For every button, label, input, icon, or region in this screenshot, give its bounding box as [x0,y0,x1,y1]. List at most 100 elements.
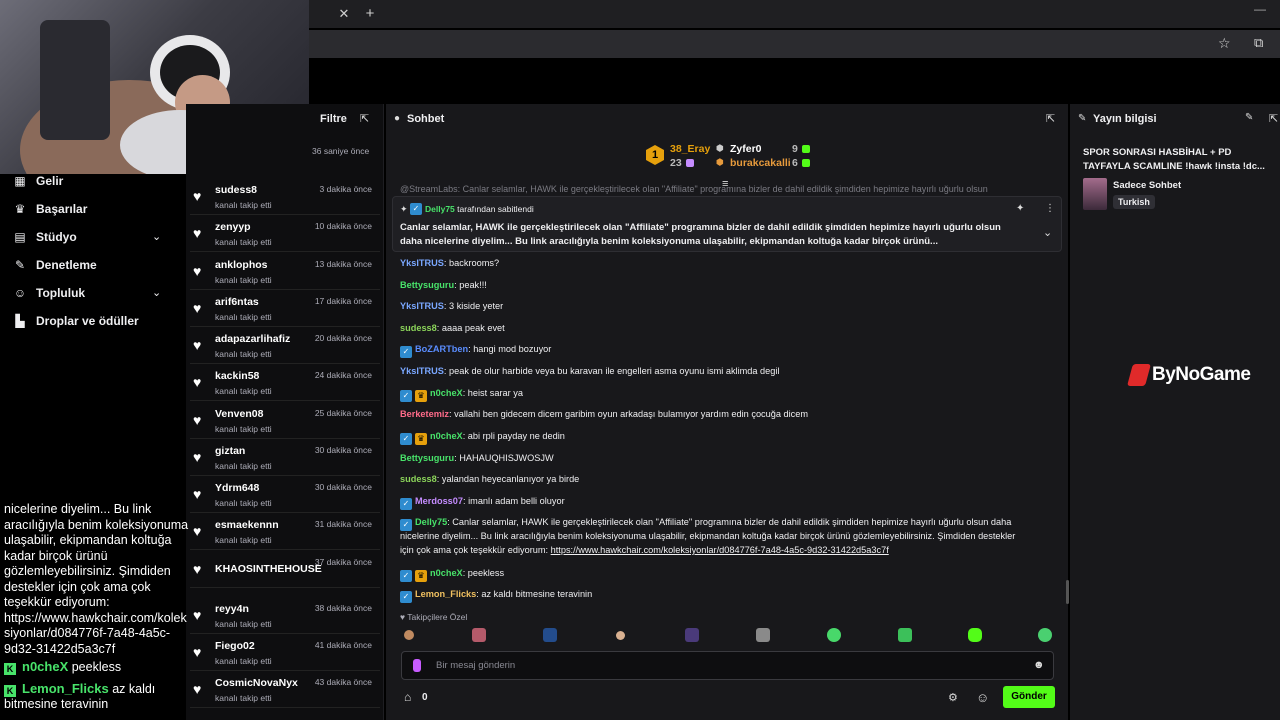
follower-name[interactable]: Venven08 [215,408,263,420]
emote-icon[interactable] [898,628,912,642]
emote-icon[interactable] [968,628,982,642]
follower-name[interactable]: zenyyp [215,221,251,233]
emoji-icon[interactable]: ☻ [1033,659,1045,671]
heart-icon: ♥ [193,449,202,465]
follower-name[interactable]: giztan [215,445,245,457]
follower-name[interactable]: sudess8 [215,184,257,196]
send-button[interactable]: Gönder [1003,686,1055,708]
emote-icon[interactable] [1038,628,1052,642]
activity-row[interactable]: ♥ reyy4n kanalı takip etti 38 dakika önce [190,597,380,634]
emote-icon[interactable] [685,628,699,642]
chat-username[interactable]: BoZARTben [415,344,468,354]
emote-icon[interactable] [756,628,770,642]
settings-gear-icon[interactable]: ⚙ [948,691,958,704]
chat-input-placeholder[interactable]: Bir mesaj gönderin [436,660,515,671]
gifter-count: 23 [670,157,682,169]
activity-row[interactable]: ♥ Fiego02 kanalı takip etti 41 dakika önce [190,634,380,671]
category-thumbnail[interactable] [1083,178,1107,210]
activity-row[interactable]: ♥ esmaekennn kanalı takip etti 31 dakika ön… [190,513,380,550]
activity-row[interactable]: ♥ KHAOSINTHEHOUSE 37 dakika önce [190,551,380,588]
activity-row[interactable]: ♥ zenyyp kanalı takip etti 10 dakika önce [190,215,380,252]
chevron-down-icon[interactable]: ⌄ [1043,226,1052,239]
gifter-name[interactable]: burakcakalli [730,157,791,169]
activity-time: 30 dakika önce [314,445,372,455]
nav-item-droplar[interactable]: ▙ Droplar ve ödüller [12,309,139,333]
gifter-name[interactable]: Zyfer0 [730,143,762,155]
chat-text: abi rpli payday ne dedin [467,431,565,441]
popout-icon[interactable]: ⇱ [1269,112,1278,125]
emotes-button-icon[interactable]: ☺ [976,690,989,705]
language-tag[interactable]: Turkish [1113,195,1155,209]
emote-icon[interactable] [543,628,557,642]
follower-name[interactable]: esmaekennn [215,519,279,531]
emote-icon[interactable] [472,628,486,642]
activity-row[interactable]: ♥ Ydrm648 kanalı takip etti 30 dakika önce [190,476,380,513]
chat-username[interactable]: YksITRUS [400,301,444,311]
chevron-down-icon[interactable]: ⌄ [152,286,161,299]
follower-name[interactable]: arif6ntas [215,296,259,308]
nav-item-gelir[interactable]: ▦ Gelir [12,169,63,193]
emote-icon[interactable] [404,630,414,640]
edit-icon[interactable]: ✎ [1245,112,1253,123]
chevron-down-icon[interactable]: ⌄ [152,230,161,243]
chat-username[interactable]: n0cheX [430,431,463,441]
chat-username[interactable]: sudess8 [400,474,437,484]
activity-row[interactable]: ♥ arif6ntas kanalı takip etti 17 dakika önc… [190,290,380,327]
tab-close-icon[interactable]: ✕ [334,4,354,24]
popout-icon[interactable]: ⇱ [1046,112,1055,125]
new-tab-button[interactable]: + [360,4,380,24]
partial-message: @StreamLabs: Canlar selamlar, HAWK ile g… [400,184,988,194]
sponsor-logo-text: ByNoGame [1152,364,1251,385]
window-minimize-button[interactable]: — [1250,2,1270,22]
chat-scrollbar[interactable] [1066,580,1069,604]
chat-username[interactable]: Delly75 [415,517,447,527]
activity-row[interactable]: ♥ Venven08 kanalı takip etti 25 dakika önce [190,402,380,439]
category-name[interactable]: Sadece Sohbet [1113,180,1181,191]
nav-item-topluluk[interactable]: ☺ Topluluk [12,281,85,305]
wrench-icon: ✎ [14,258,26,272]
follower-name[interactable]: Fiego02 [215,640,255,652]
chat-username[interactable]: Bettysuguru [400,453,454,463]
chat-username[interactable]: n0cheX [430,388,463,398]
chat-username[interactable]: sudess8 [400,323,437,333]
address-bar[interactable] [309,30,1280,58]
follower-name[interactable]: CosmicNovaNyx [215,677,298,689]
chat-link[interactable]: https://www.hawkchair.com/koleksiyonlar/… [551,545,889,555]
nav-label: Droplar ve ödüller [36,314,139,328]
follower-name[interactable]: kackin58 [215,370,259,382]
nav-item-denetleme[interactable]: ✎ Denetleme [12,253,97,277]
store-icon[interactable]: ⌂ [404,690,411,704]
nav-item-studyo[interactable]: ▤ Stüdyo [12,225,76,249]
more-options-icon[interactable]: ⋮ [1045,203,1055,214]
activity-row[interactable]: ♥ anklophos kanalı takip etti 13 dakika önc… [190,253,380,290]
chat-message: ✓ ♛ n0cheX: abi rpli payday ne dedin [400,429,1050,445]
chat-username[interactable]: n0cheX [430,568,463,578]
mic-icon[interactable] [413,659,421,672]
pin-toggle-icon[interactable]: ✦ [1016,203,1024,214]
follower-name[interactable]: adapazarlihafiz [215,333,290,345]
gifter-name[interactable]: 38_Eray [670,143,710,155]
chat-username[interactable]: YksITRUS [400,366,444,376]
follower-name[interactable]: reyy4n [215,603,249,615]
chat-username[interactable]: Bettysuguru [400,280,454,290]
activity-row[interactable]: ♥ sudess8 kanalı takip etti 3 dakika önce [190,178,380,215]
activity-row[interactable]: ♥ CosmicNovaNyx kanalı takip etti 43 dakika… [190,671,380,708]
activity-filter-label[interactable]: Filtre [320,113,347,125]
bookmark-star-icon[interactable]: ☆ [1218,35,1234,51]
chat-message: Bettysuguru: peak!!! [400,280,487,290]
nav-item-basarilar[interactable]: ♛ Başarılar [12,197,88,221]
activity-row[interactable]: ♥ kackin58 kanalı takip etti 24 dakika önce [190,364,380,401]
chat-username[interactable]: Lemon_Flicks [415,589,476,599]
emote-icon[interactable] [827,628,841,642]
follower-name[interactable]: Ydrm648 [215,482,259,494]
activity-row[interactable]: ♥ adapazarlihafiz kanalı takip etti 20 daki… [190,327,380,364]
activity-row[interactable]: ♥ giztan kanalı takip etti 30 dakika önce [190,439,380,476]
emote-icon[interactable] [616,631,625,640]
emote-bar [404,628,1054,644]
extensions-icon[interactable]: ⧉ [1254,35,1270,51]
popout-icon[interactable]: ⇱ [360,112,369,125]
chat-username[interactable]: Merdoss07 [415,496,463,506]
follower-name[interactable]: anklophos [215,259,268,271]
chat-username[interactable]: Berketemiz [400,409,449,419]
chat-username[interactable]: YksITRUS [400,258,444,268]
